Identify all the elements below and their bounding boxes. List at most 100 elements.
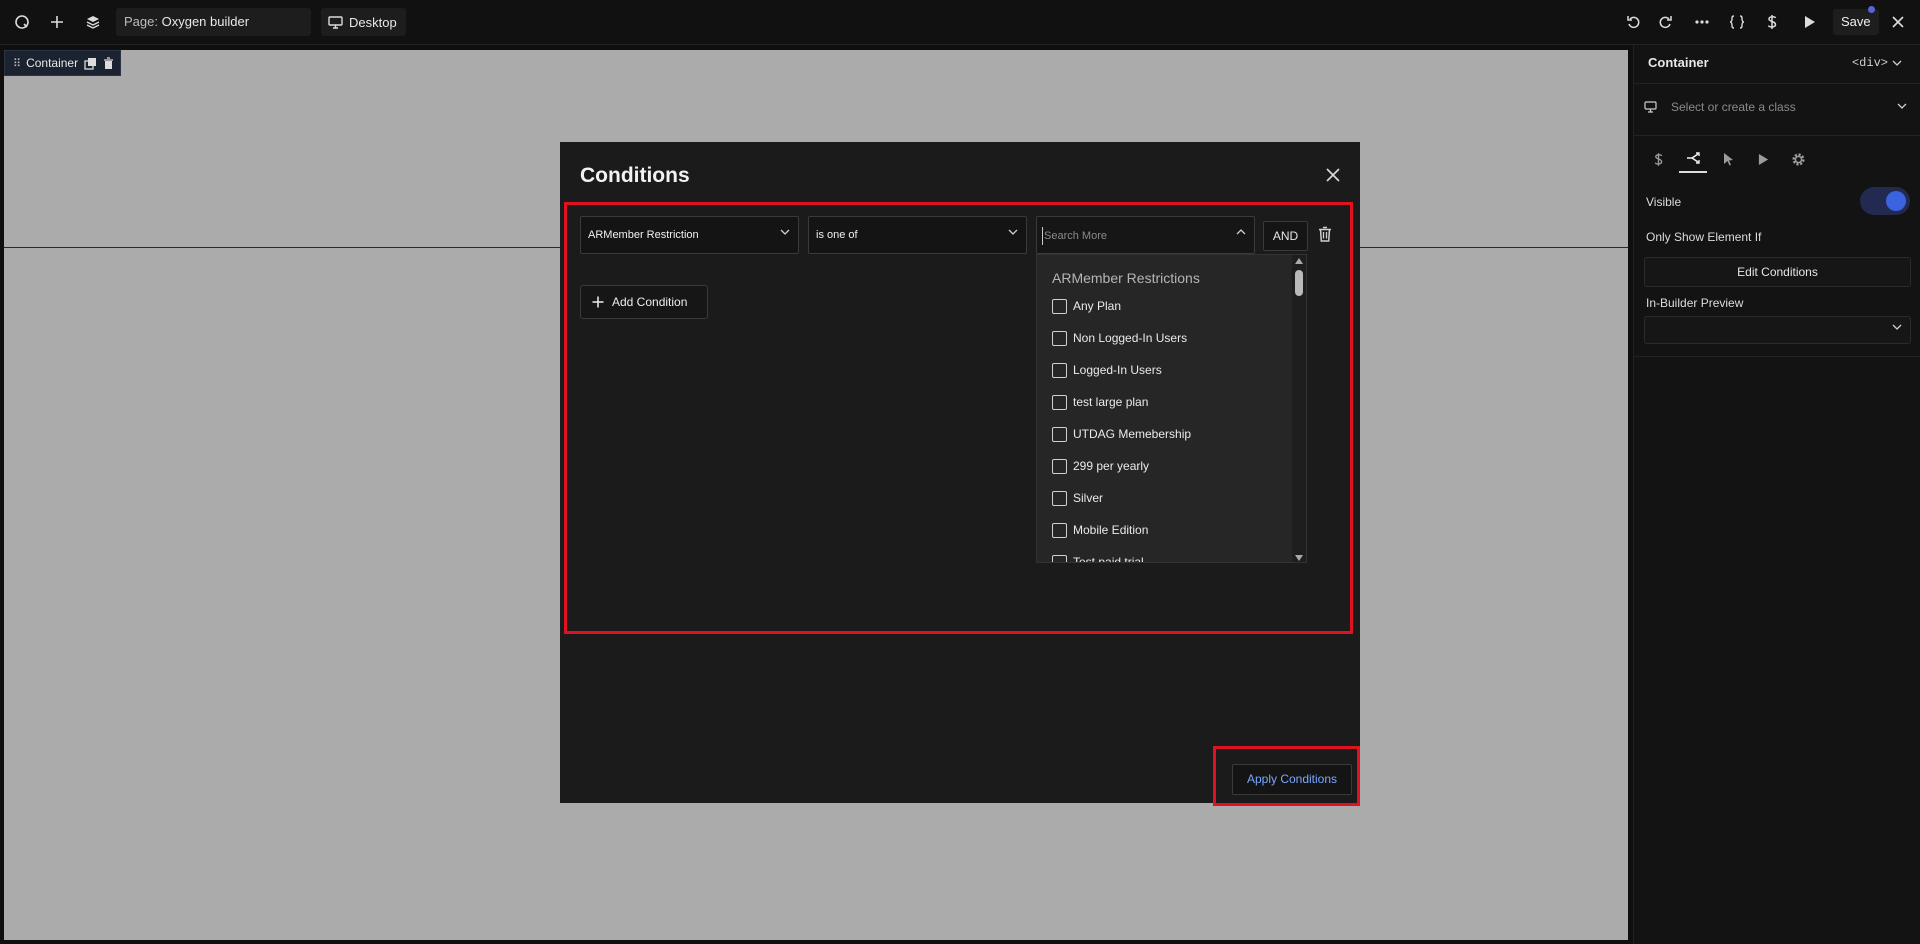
tab-dynamic-data-icon[interactable] [1644,145,1672,173]
divider [1634,135,1920,136]
option-label: Mobile Edition [1073,523,1149,537]
dropdown-option[interactable]: Silver [1052,488,1103,508]
option-label: Non Logged-In Users [1073,331,1188,345]
scroll-up-arrow-icon[interactable] [1295,258,1303,264]
chevron-down-icon [1892,60,1902,66]
page-name: Oxygen builder [161,14,250,29]
edit-conditions-button[interactable]: Edit Conditions [1644,257,1911,287]
add-condition-label: Add Condition [612,295,688,309]
checkbox[interactable] [1052,554,1067,562]
selected-element-label: Container [26,56,79,70]
scroll-down-arrow-icon[interactable] [1295,555,1303,561]
unsaved-indicator [1868,6,1875,13]
dropdown-option[interactable]: UTDAG Memebership [1052,424,1191,444]
only-show-label: Only Show Element If [1646,230,1762,244]
visible-label: Visible [1646,195,1682,209]
duplicate-icon[interactable] [84,57,97,70]
dropdown-option[interactable]: Any Plan [1052,296,1121,316]
chevron-down-icon [1892,324,1902,330]
page-selector[interactable]: Page: Oxygen builder [116,8,311,36]
add-condition-button[interactable]: Add Condition [580,285,708,319]
option-label: test large plan [1073,395,1149,409]
apply-conditions-button[interactable]: Apply Conditions [1232,764,1352,795]
checkbox[interactable] [1052,426,1067,442]
panel-tabs [1644,145,1911,173]
tab-settings-gear-icon[interactable] [1784,145,1812,173]
delete-condition-icon[interactable] [1318,226,1332,242]
chevron-down-icon [1008,229,1018,235]
modal-title: Conditions [580,164,690,187]
tab-conditions-icon[interactable] [1679,145,1707,173]
html-tag-selector[interactable]: <div> [1852,56,1902,70]
dropdown-option[interactable]: test large plan [1052,392,1148,412]
dropdown-option[interactable]: Logged-In Users [1052,360,1162,380]
page-label: Page: [124,14,158,29]
dropdown-option[interactable]: 299 per yearly [1052,456,1149,476]
oxygen-logo-icon[interactable] [9,9,35,35]
properties-panel: Container <div> Select or create a class [1633,45,1920,944]
class-placeholder: Select or create a class [1671,100,1796,114]
dropdown-scrollbar[interactable] [1292,255,1306,562]
more-options-icon[interactable] [1689,9,1715,35]
condition-type-select[interactable]: ARMember Restriction [580,216,799,254]
delete-icon[interactable] [103,56,114,70]
panel-title: Container [1648,55,1709,70]
in-builder-preview-label: In-Builder Preview [1646,296,1744,310]
top-toolbar: Page: Oxygen builder Desktop Save [0,0,1920,45]
visible-toggle[interactable] [1860,187,1910,215]
option-label: Test paid trial [1073,555,1144,563]
chevron-down-icon [1897,103,1907,109]
monitor-icon [1644,101,1657,113]
undo-icon[interactable] [1620,9,1646,35]
condition-type-value: ARMember Restriction [588,229,699,241]
tab-interactions-cursor-icon[interactable] [1714,145,1742,173]
dropdown-option[interactable]: Mobile Edition [1052,520,1148,540]
condition-value-select[interactable] [1036,216,1255,254]
selected-element-tag[interactable]: ⠿ Container [4,50,122,76]
tab-animation-play-icon[interactable] [1749,145,1777,173]
checkbox[interactable] [1052,362,1067,378]
scroll-thumb[interactable] [1295,270,1303,296]
code-braces-icon[interactable] [1724,9,1750,35]
options-dropdown[interactable]: ARMember Restrictions Any Plan Non Logge… [1036,254,1307,563]
conditions-modal: Conditions ARMember Restriction is one o… [560,142,1360,806]
condition-operator-value: is one of [816,229,858,241]
checkbox[interactable] [1052,298,1067,314]
dropdown-group-header: ARMember Restrictions [1052,270,1200,286]
divider [1634,83,1920,84]
redo-icon[interactable] [1653,9,1679,35]
checkbox[interactable] [1052,490,1067,506]
option-label: UTDAG Memebership [1073,427,1192,441]
option-label: 299 per yearly [1073,459,1150,473]
chevron-up-icon [1236,229,1246,235]
drag-handle-icon[interactable]: ⠿ [13,57,21,70]
divider [1634,356,1920,357]
add-element-icon[interactable] [44,9,70,35]
chevron-down-icon [780,229,790,235]
checkbox[interactable] [1052,330,1067,346]
option-label: Any Plan [1073,299,1122,313]
checkbox[interactable] [1052,522,1067,538]
layers-icon[interactable] [80,9,106,35]
option-label: Silver [1073,491,1104,505]
and-logic-button[interactable]: AND [1263,221,1308,251]
dynamic-data-dollar-icon[interactable] [1759,9,1785,35]
dropdown-option[interactable]: Non Logged-In Users [1052,328,1187,348]
checkbox[interactable] [1052,458,1067,474]
option-label: Logged-In Users [1073,363,1162,377]
dropdown-option[interactable]: Test paid trial [1052,552,1144,563]
in-builder-preview-select[interactable] [1644,316,1911,344]
close-builder-icon[interactable] [1885,9,1911,35]
html-tag-label: <div> [1851,56,1888,70]
search-input[interactable] [1042,227,1222,245]
condition-operator-select[interactable]: is one of [808,216,1027,254]
toggle-knob [1886,191,1906,211]
plus-icon [592,296,604,308]
checkbox[interactable] [1052,394,1067,410]
preview-play-icon[interactable] [1797,9,1823,35]
device-selector[interactable]: Desktop [321,8,406,36]
desktop-icon [328,15,343,29]
class-selector[interactable]: Select or create a class [1644,92,1911,122]
close-icon[interactable] [1326,168,1340,182]
device-label: Desktop [349,14,397,30]
